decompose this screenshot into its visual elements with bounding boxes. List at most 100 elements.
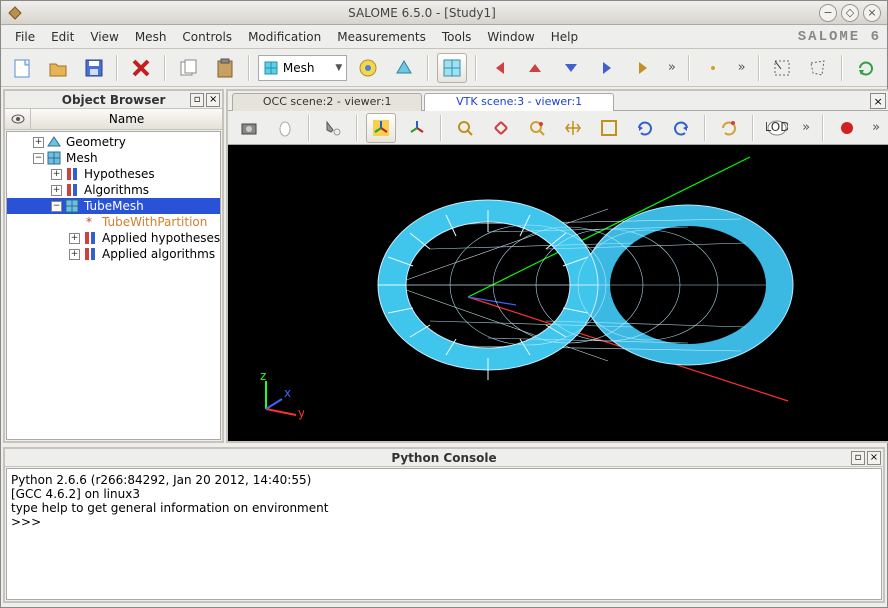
module-salome-button[interactable] [353,53,383,83]
app-icon [7,5,23,21]
tree-expander-icon[interactable]: + [51,169,62,180]
paste-button[interactable] [210,53,240,83]
module-mesh-button[interactable] [437,53,467,83]
svg-text:y: y [298,406,304,420]
fit-all-button[interactable] [450,113,480,143]
svg-text:*: * [86,216,92,228]
zoom-button[interactable] [522,113,552,143]
panel-float-button[interactable]: ▫ [190,93,204,107]
brand-logo: SALOME 6 [798,29,881,45]
tree-expander-icon[interactable]: + [33,137,44,148]
nav-down-button[interactable] [556,53,586,83]
tree-expander-icon[interactable]: + [69,233,80,244]
menubar: File Edit View Mesh Controls Modificatio… [1,25,887,49]
chevron-down-icon: ▼ [335,63,342,73]
select-poly-button[interactable] [803,53,833,83]
tree-item-label: Hypotheses [82,167,155,181]
menu-help[interactable]: Help [543,27,586,47]
save-button[interactable] [79,53,109,83]
hyp-icon [64,166,80,182]
geometry-icon [46,134,62,150]
hyp-icon [82,230,98,246]
rotation-cw-button[interactable] [666,113,696,143]
tree-item[interactable]: +Applied hypotheses [7,230,220,246]
menu-view[interactable]: View [82,27,126,47]
toolbar-expand-1-icon[interactable]: » [664,60,680,75]
module-geom-button[interactable] [389,53,419,83]
lod-button[interactable]: LOD [762,113,792,143]
menu-tools[interactable]: Tools [434,27,480,47]
tree-item[interactable]: +Algorithms [7,182,220,198]
object-tree[interactable]: +Geometry−Mesh + Hypotheses+Algorithms−Tub… [6,131,221,440]
menu-window[interactable]: Window [479,27,542,47]
rotation-button[interactable] [630,113,660,143]
view-toolbar: LOD » » [228,111,888,145]
hyp-icon [64,182,80,198]
minimize-button[interactable]: − [819,4,837,22]
nav-up-button[interactable] [521,53,551,83]
window-title: SALOME 6.5.0 - [Study1] [29,6,815,20]
module-selector-label: Mesh [283,61,315,75]
select-point-button[interactable] [698,53,728,83]
open-button[interactable] [43,53,73,83]
rotation-point-button[interactable] [714,113,744,143]
console-close-button[interactable]: × [867,451,881,465]
select-rect-button[interactable] [768,53,798,83]
view-toolbar-expand-icon[interactable]: » [798,120,814,135]
refresh-button[interactable] [851,53,881,83]
menu-modification[interactable]: Modification [240,27,329,47]
python-console[interactable]: Python 2.6.6 (r266:84292, Jan 20 2012, 1… [6,468,882,600]
close-button[interactable]: × [863,4,881,22]
highlight-button[interactable] [318,113,348,143]
trihedron-icon: z y x [254,371,304,421]
window-titlebar: SALOME 6.5.0 - [Study1] − ◇ × [1,1,887,25]
menu-measurements[interactable]: Measurements [329,27,434,47]
mesh-node-icon [64,198,80,214]
maximize-button[interactable]: ◇ [841,4,859,22]
viewport-3d[interactable]: z y x [228,145,888,441]
menu-controls[interactable]: Controls [174,27,240,47]
global-pan-button[interactable] [594,113,624,143]
tree-item[interactable]: +Applied algorithms [7,246,220,262]
trihedron-button[interactable] [366,113,396,143]
tab-close-button[interactable]: × [870,93,886,109]
delete-button[interactable] [126,53,156,83]
tree-name-column[interactable]: Name [31,109,222,129]
svg-text:LOD: LOD [766,120,788,134]
tab-occ-scene[interactable]: OCC scene:2 - viewer:1 [232,93,422,111]
pan-button[interactable] [558,113,588,143]
tree-expander-icon[interactable]: − [51,201,62,212]
fit-area-button[interactable] [486,113,516,143]
view-toolbar-expand2-icon[interactable]: » [868,120,884,135]
tree-item[interactable]: *TubeWithPartition [7,214,220,230]
interaction-style-button[interactable] [270,113,300,143]
record-button[interactable] [832,113,862,143]
tree-vis-column-icon[interactable] [5,109,31,129]
menu-edit[interactable]: Edit [43,27,82,47]
main-toolbar: Mesh ▼ » » [1,49,887,87]
tree-item[interactable]: +Geometry [7,134,220,150]
copy-button[interactable] [174,53,204,83]
nav-right-button[interactable] [592,53,622,83]
tree-expander-icon[interactable]: + [51,185,62,196]
tree-item[interactable]: −Mesh [7,150,220,166]
python-console-header: Python Console ▫ × [5,449,883,467]
nav-left-button[interactable] [485,53,515,83]
console-float-button[interactable]: ▫ [851,451,865,465]
new-button[interactable] [7,53,37,83]
toolbar-expand-2-icon[interactable]: » [734,60,750,75]
dump-view-button[interactable] [234,113,264,143]
mesh-icon [46,150,62,166]
tree-item[interactable]: −TubeMesh [7,198,220,214]
axes-button[interactable] [402,113,432,143]
svg-text:x: x [284,386,291,400]
nav-home-button[interactable] [628,53,658,83]
module-selector[interactable]: Mesh ▼ [258,55,347,81]
menu-file[interactable]: File [7,27,43,47]
tab-vtk-scene[interactable]: VTK scene:3 - viewer:1 [424,93,614,111]
tree-item[interactable]: + Hypotheses [7,166,220,182]
panel-close-button[interactable]: × [206,93,220,107]
menu-mesh[interactable]: Mesh [127,27,175,47]
tree-expander-icon[interactable]: + [69,249,80,260]
tree-expander-icon[interactable]: − [33,153,44,164]
